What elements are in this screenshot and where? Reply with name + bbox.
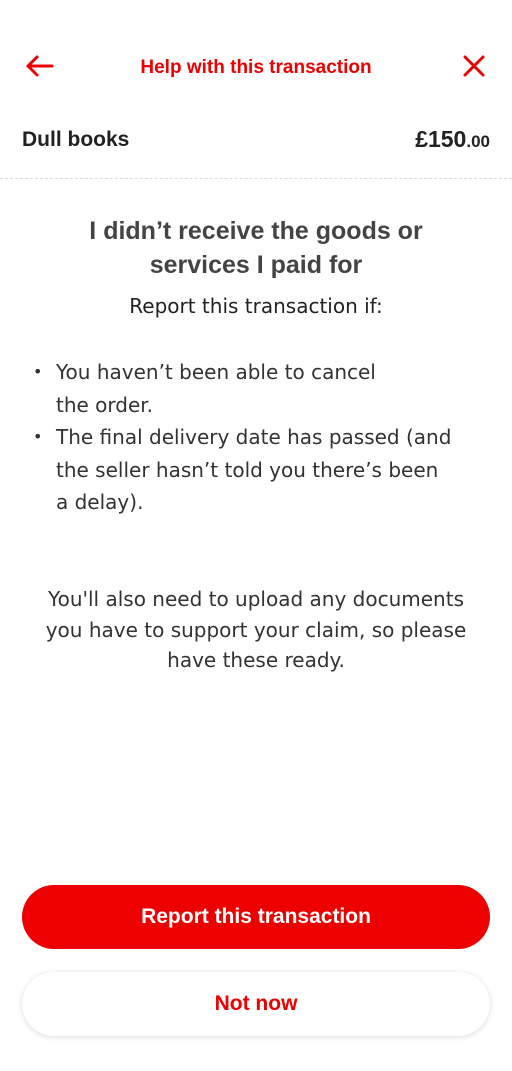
amount-pounds: £150 [415,126,467,152]
amount-pence: .00 [466,132,490,151]
bullet-icon: • [33,362,43,381]
header-bar: Help with this transaction [0,0,512,120]
page-title: Help with this transaction [140,57,372,78]
issue-heading: I didn’t receive the goods or services I… [60,214,452,282]
list-item: • You haven’t been able to cancel the or… [30,356,470,421]
documents-note-line: you have to support your claim, so pleas… [45,617,467,642]
transaction-summary: Dull books £150.00 [0,120,512,180]
not-now-button[interactable]: Not now [22,972,490,1036]
not-now-label: Not now [214,992,298,1015]
dashed-divider [0,178,512,179]
conditions-list: • You haven’t been able to cancel the or… [30,356,470,519]
issue-heading-line-1: I didn’t receive the goods or [89,217,423,245]
documents-note: You'll also need to upload any documents… [28,584,484,676]
documents-note-line: You'll also need to upload any documents [48,587,464,611]
report-conditions-intro: Report this transaction if: [129,294,383,318]
list-item-line: The final delivery date has passed (and [56,425,452,449]
bullet-icon: • [33,427,43,446]
issue-heading-line-2: services I paid for [149,251,363,279]
list-item-line: You haven’t been able to cancel [56,360,376,384]
transaction-amount: £150.00 [415,126,490,153]
list-item-line: the seller hasn’t told you there’s been [56,457,439,482]
close-icon [463,55,485,77]
merchant-name: Dull books [22,128,130,151]
list-item: • The final delivery date has passed (an… [30,421,470,519]
close-button[interactable] [456,48,492,84]
report-transaction-button[interactable]: Report this transaction [22,885,490,949]
documents-note-line: have these ready. [167,648,345,672]
list-item-line: a delay). [56,490,144,514]
report-transaction-label: Report this transaction [141,905,371,928]
list-item-line: the order. [56,392,154,417]
